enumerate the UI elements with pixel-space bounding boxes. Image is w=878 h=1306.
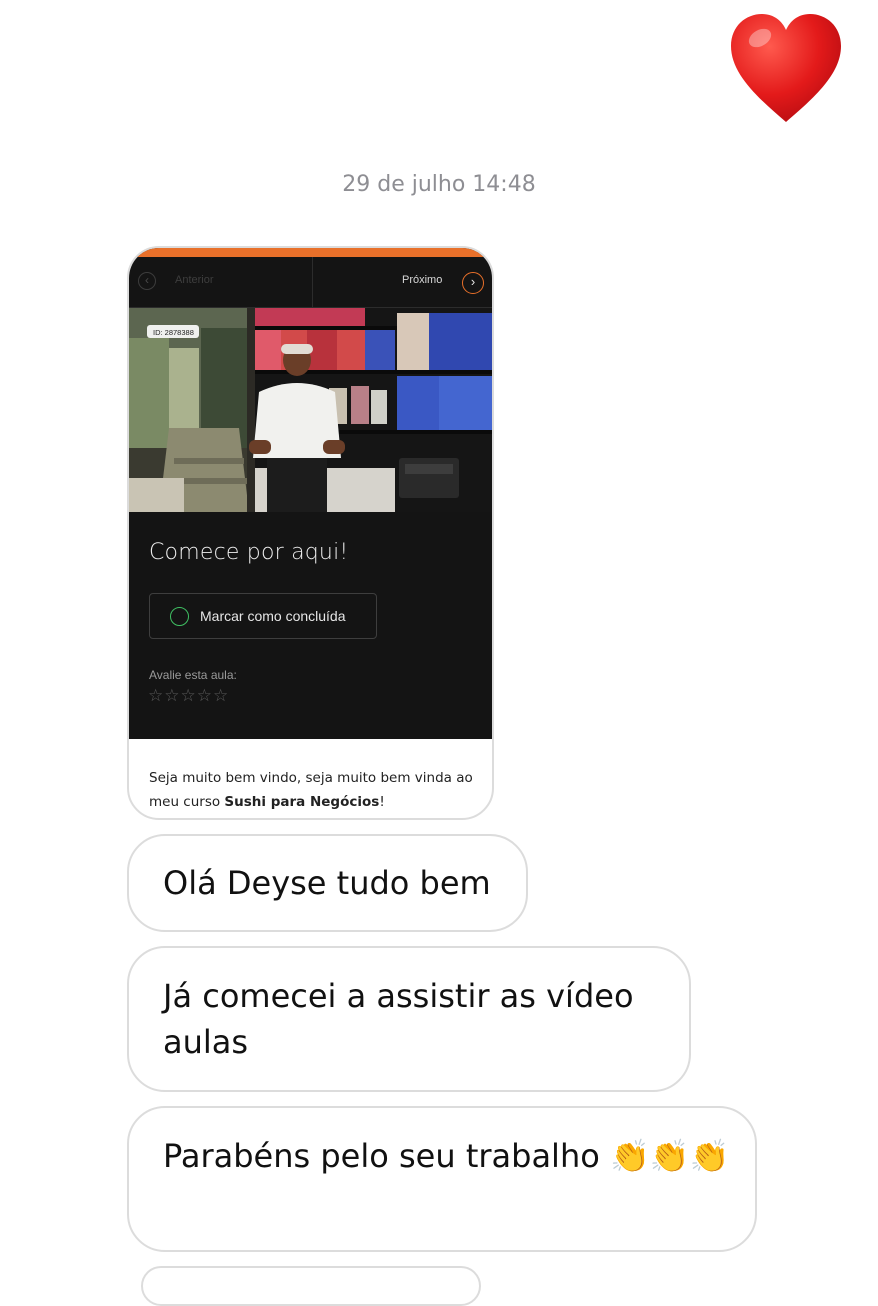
message-timestamp: 29 de julho 14:48 — [342, 172, 536, 197]
message-text: Parabéns pelo seu trabalho — [163, 1137, 600, 1175]
video-id-tag: ID: 2878388 — [153, 328, 194, 337]
chevron-left-icon[interactable]: ‹ — [138, 272, 156, 290]
card-caption: Seja muito bem vindo, seja muito bem vin… — [149, 766, 479, 814]
lesson-nav: ‹ Anterior Próximo › — [129, 257, 492, 308]
message-text: Já comecei a assistir as vídeo aulas — [163, 977, 634, 1061]
mark-complete-button[interactable]: Marcar como concluída — [149, 593, 377, 639]
prev-lesson-label[interactable]: Anterior — [175, 274, 214, 286]
message-bubble[interactable]: Olá Deyse tudo bem — [127, 834, 528, 932]
message-bubble-partial[interactable] — [141, 1266, 481, 1306]
lesson-title: Comece por aqui! — [149, 540, 349, 565]
shared-lesson-card[interactable]: ‹ Anterior Próximo › ID: 2878388 Comece … — [127, 246, 494, 820]
next-lesson-label[interactable]: Próximo — [402, 274, 442, 286]
chevron-right-icon[interactable]: › — [462, 272, 484, 294]
course-name: Sushi para Negócios — [224, 794, 380, 810]
rating-stars[interactable]: ☆☆☆☆☆ — [148, 686, 229, 706]
lesson-video-thumbnail[interactable]: ID: 2878388 — [129, 308, 494, 512]
message-bubble[interactable]: Parabéns pelo seu trabalho 👏👏👏 — [127, 1106, 757, 1252]
rating-label: Avalie esta aula: — [149, 668, 237, 682]
message-bubble[interactable]: Já comecei a assistir as vídeo aulas — [127, 946, 691, 1092]
caption-suffix: ! — [379, 794, 385, 810]
check-circle-icon — [170, 607, 189, 626]
lesson-player-panel: ‹ Anterior Próximo › ID: 2878388 Comece … — [129, 248, 492, 739]
clapping-hands-icon: 👏👏👏 — [609, 1137, 730, 1175]
progress-accent-bar — [129, 248, 492, 257]
red-heart-icon — [731, 14, 841, 122]
message-text: Olá Deyse tudo bem — [163, 864, 491, 902]
mark-complete-label: Marcar como concluída — [200, 608, 346, 624]
nav-divider — [312, 257, 313, 307]
